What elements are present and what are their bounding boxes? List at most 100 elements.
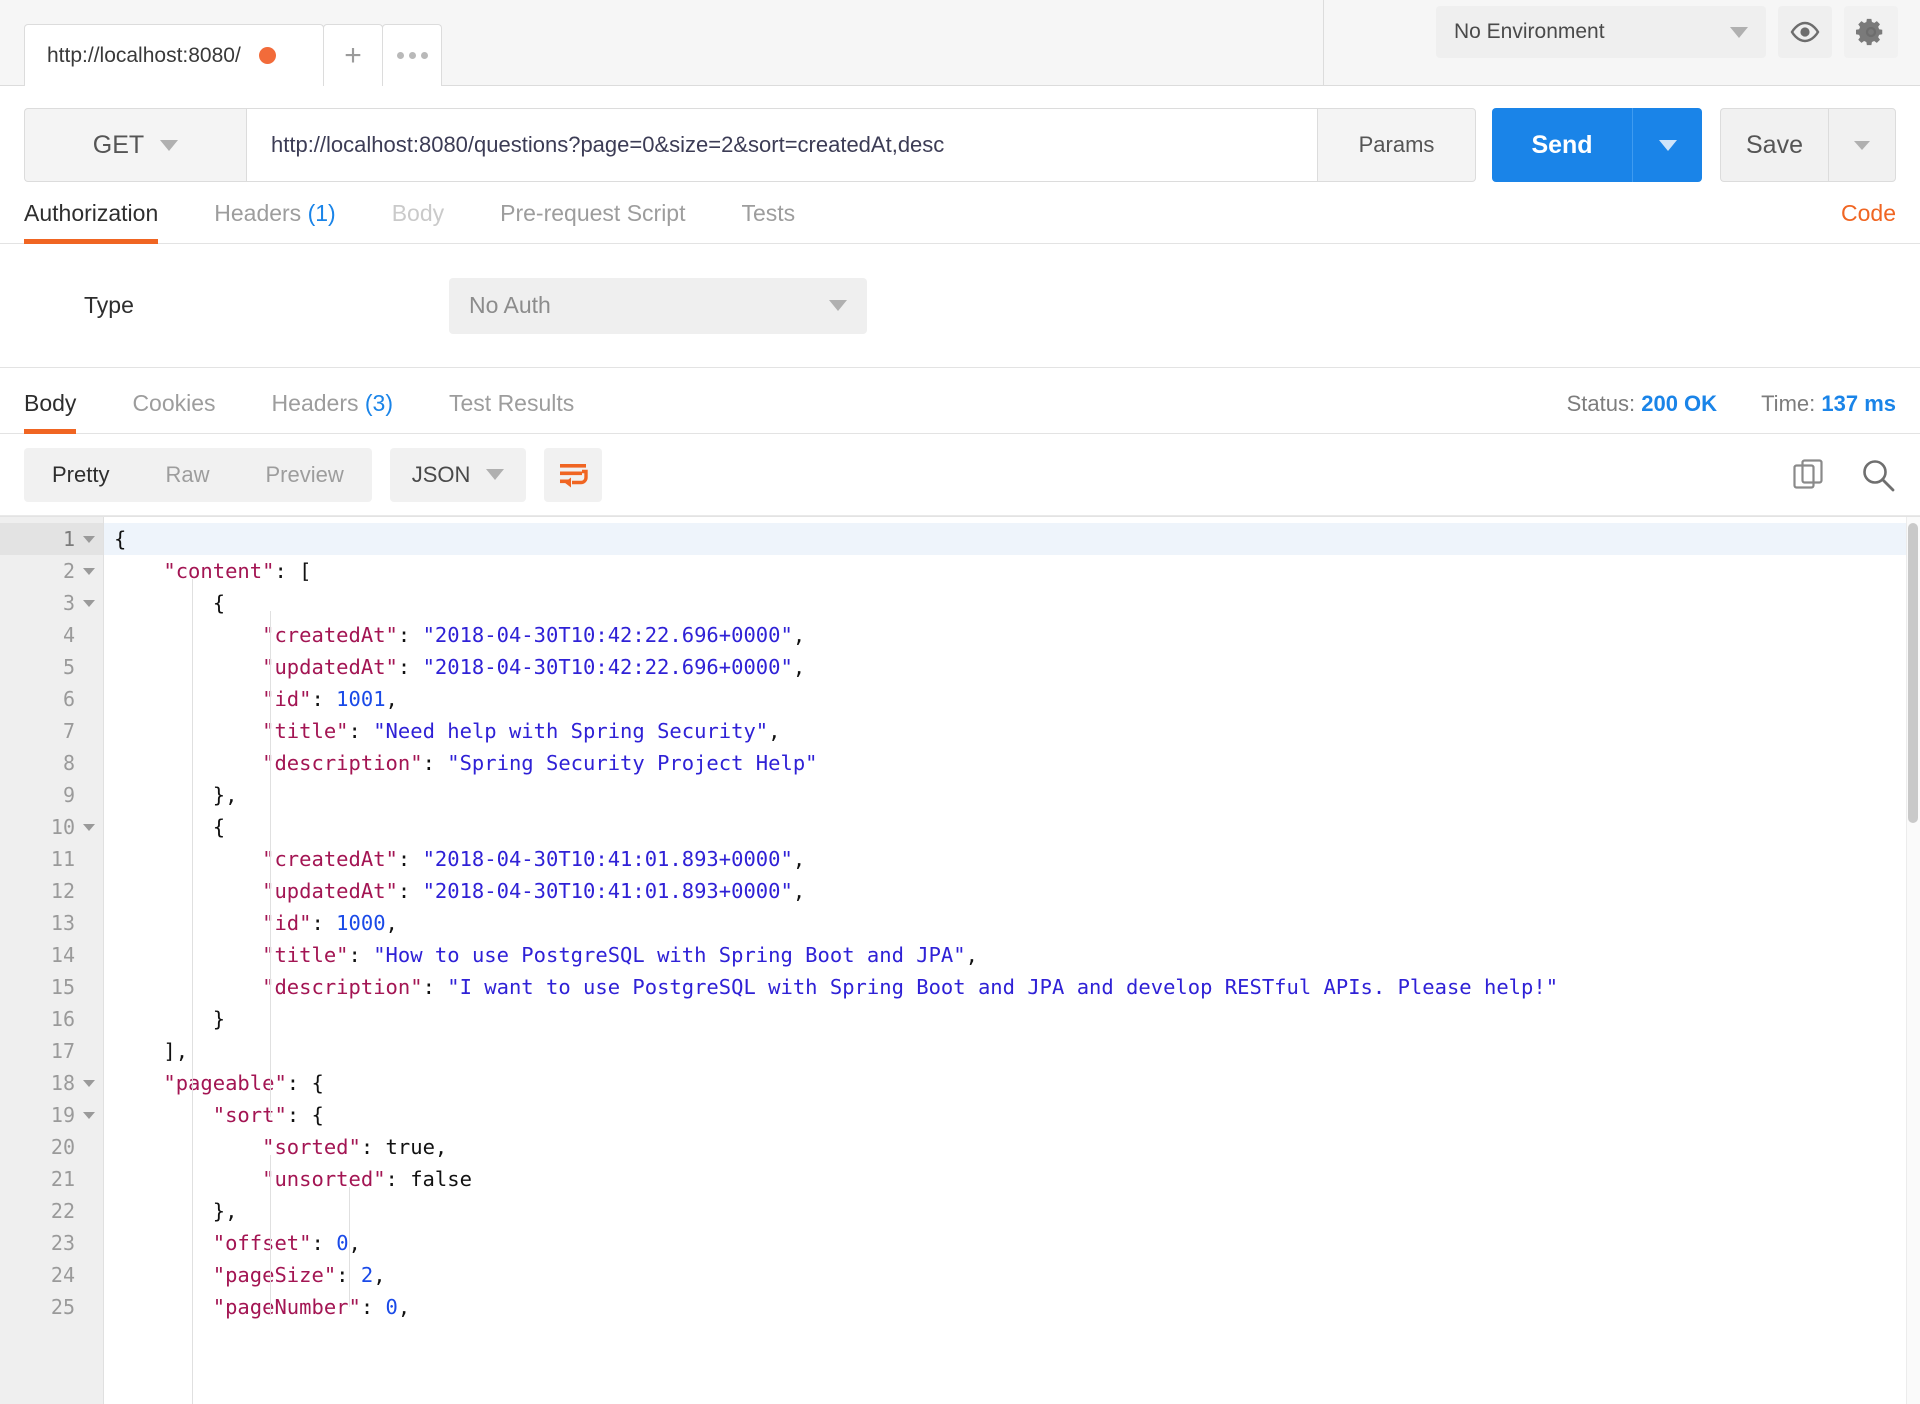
response-body-viewer[interactable]: 1 2 3 4 5 6 7 8 9 10 11 12 13 14 15 16 17 18 19 20 21 22 23 24 2… — [0, 516, 1920, 1404]
copy-button[interactable] — [1792, 458, 1826, 492]
status-label: Status: — [1566, 391, 1636, 416]
response-actions — [1792, 457, 1896, 493]
send-options-button[interactable] — [1632, 108, 1702, 182]
view-mode-raw[interactable]: Raw — [137, 448, 237, 502]
code-token: "updatedAt" — [262, 655, 398, 679]
environment-selected-label: No Environment — [1454, 20, 1605, 43]
environment-selector[interactable]: No Environment — [1436, 6, 1766, 58]
send-button[interactable]: Send — [1492, 108, 1632, 182]
code-token: : — [397, 655, 423, 679]
params-button[interactable]: Params — [1318, 108, 1476, 182]
chevron-down-icon — [160, 139, 179, 151]
time-badge: Time: 137 ms — [1761, 391, 1896, 417]
more-tabs-button[interactable] — [382, 24, 442, 86]
code-line: "pageNumber": 0, — [104, 1291, 1920, 1323]
fold-arrow-icon[interactable] — [83, 535, 95, 543]
word-wrap-button[interactable] — [544, 447, 603, 502]
fold-arrow-icon[interactable] — [83, 599, 95, 607]
tab-pre-request-script[interactable]: Pre-request Script — [500, 200, 685, 243]
code-token: : { — [286, 1103, 324, 1127]
code-token: : — [311, 911, 337, 935]
code-token: "pageNumber" — [212, 1295, 361, 1319]
code-token: "2018-04-30T10:42:22.696+0000" — [422, 623, 793, 647]
code-token: true — [385, 1135, 435, 1159]
http-method-selector[interactable]: GET — [24, 108, 246, 182]
code-token: : — [311, 687, 337, 711]
code-line: ], — [104, 1035, 1920, 1067]
response-tab-test-results-label: Test Results — [449, 390, 575, 416]
request-tab[interactable]: http://localhost:8080/ — [24, 24, 324, 86]
code-token: } — [212, 1007, 226, 1031]
line-number: 6 — [62, 687, 75, 711]
line-number-gutter: 1 2 3 4 5 6 7 8 9 10 11 12 13 14 15 16 17 18 19 20 21 22 23 24 2… — [0, 517, 104, 1404]
request-tab-label: http://localhost:8080/ — [47, 43, 241, 67]
url-input[interactable]: http://localhost:8080/questions?page=0&s… — [246, 108, 1318, 182]
code-token: , — [385, 687, 398, 711]
line-number: 10 — [0, 811, 103, 843]
code-token: "2018-04-30T10:42:22.696+0000" — [422, 655, 793, 679]
fold-arrow-icon[interactable] — [83, 1079, 95, 1087]
environment-quick-look-button[interactable] — [1778, 6, 1832, 58]
response-format-label: JSON — [411, 461, 471, 487]
code-token: 0 — [385, 1295, 398, 1319]
code-token: : — [397, 623, 423, 647]
line-number: 24 — [50, 1263, 75, 1287]
view-mode-pretty[interactable]: Pretty — [24, 448, 137, 502]
fold-arrow-icon[interactable] — [83, 1111, 95, 1119]
response-tab-test-results[interactable]: Test Results — [449, 390, 574, 433]
line-number: 12 — [50, 879, 75, 903]
vertical-scrollbar-thumb[interactable] — [1908, 523, 1918, 823]
code-token: "2018-04-30T10:41:01.893+0000" — [422, 879, 793, 903]
response-tab-cookies[interactable]: Cookies — [132, 390, 215, 433]
tab-authorization[interactable]: Authorization — [24, 200, 159, 244]
code-token: }, — [212, 1199, 238, 1223]
response-tab-body[interactable]: Body — [24, 390, 77, 434]
code-token: : — [348, 943, 374, 967]
new-tab-button[interactable]: + — [323, 24, 383, 86]
code-lines[interactable]: { "content": [ { "createdAt": "2018-04-3… — [104, 517, 1920, 1404]
view-mode-preview[interactable]: Preview — [237, 448, 371, 502]
tab-tests-label: Tests — [741, 200, 796, 226]
code-token: , — [434, 1135, 448, 1159]
response-tab-headers[interactable]: Headers (3) — [272, 390, 393, 433]
code-token: , — [792, 847, 806, 871]
code-token: { — [212, 815, 226, 839]
save-button[interactable]: Save — [1720, 108, 1828, 182]
chevron-down-icon — [486, 469, 505, 480]
environment-bar: No Environment — [1324, 0, 1920, 85]
tab-tests[interactable]: Tests — [742, 200, 796, 243]
status-value[interactable]: 200 OK — [1641, 391, 1717, 416]
code-line: "description": "Spring Security Project … — [104, 747, 1920, 779]
fold-arrow-icon[interactable] — [83, 823, 95, 831]
save-options-button[interactable] — [1828, 108, 1896, 182]
code-token: "2018-04-30T10:41:01.893+0000" — [422, 847, 793, 871]
code-token: , — [965, 943, 978, 967]
http-method-label: GET — [92, 130, 145, 159]
vertical-scrollbar-track[interactable] — [1906, 517, 1920, 1404]
auth-type-selector[interactable]: No Auth — [449, 277, 867, 334]
response-format-selector[interactable]: JSON — [389, 447, 527, 502]
code-line: "sorted": true, — [104, 1131, 1920, 1163]
code-link[interactable]: Code — [1841, 200, 1896, 243]
code-token: : — [397, 879, 423, 903]
settings-button[interactable] — [1844, 6, 1898, 58]
line-number: 13 — [50, 911, 75, 935]
fold-arrow-icon[interactable] — [83, 567, 95, 575]
time-value[interactable]: 137 ms — [1821, 391, 1896, 416]
authorization-panel: Type No Auth — [0, 244, 1920, 368]
search-button[interactable] — [1860, 457, 1896, 493]
tab-body[interactable]: Body — [392, 200, 444, 243]
line-number: 8 — [62, 751, 75, 775]
code-token: "updatedAt" — [262, 879, 398, 903]
chevron-down-icon — [1854, 140, 1870, 150]
tab-headers[interactable]: Headers (1) — [214, 200, 335, 243]
code-token: : — [385, 1167, 411, 1191]
response-tab-headers-label: Headers — [271, 390, 359, 416]
code-token: { — [114, 527, 127, 551]
save-label: Save — [1746, 130, 1803, 159]
code-token: "description" — [262, 751, 423, 775]
code-token: "title" — [262, 719, 349, 743]
tab-authorization-label: Authorization — [24, 200, 159, 226]
code-token: 2 — [360, 1263, 374, 1287]
auth-type-label: Type — [84, 292, 134, 318]
